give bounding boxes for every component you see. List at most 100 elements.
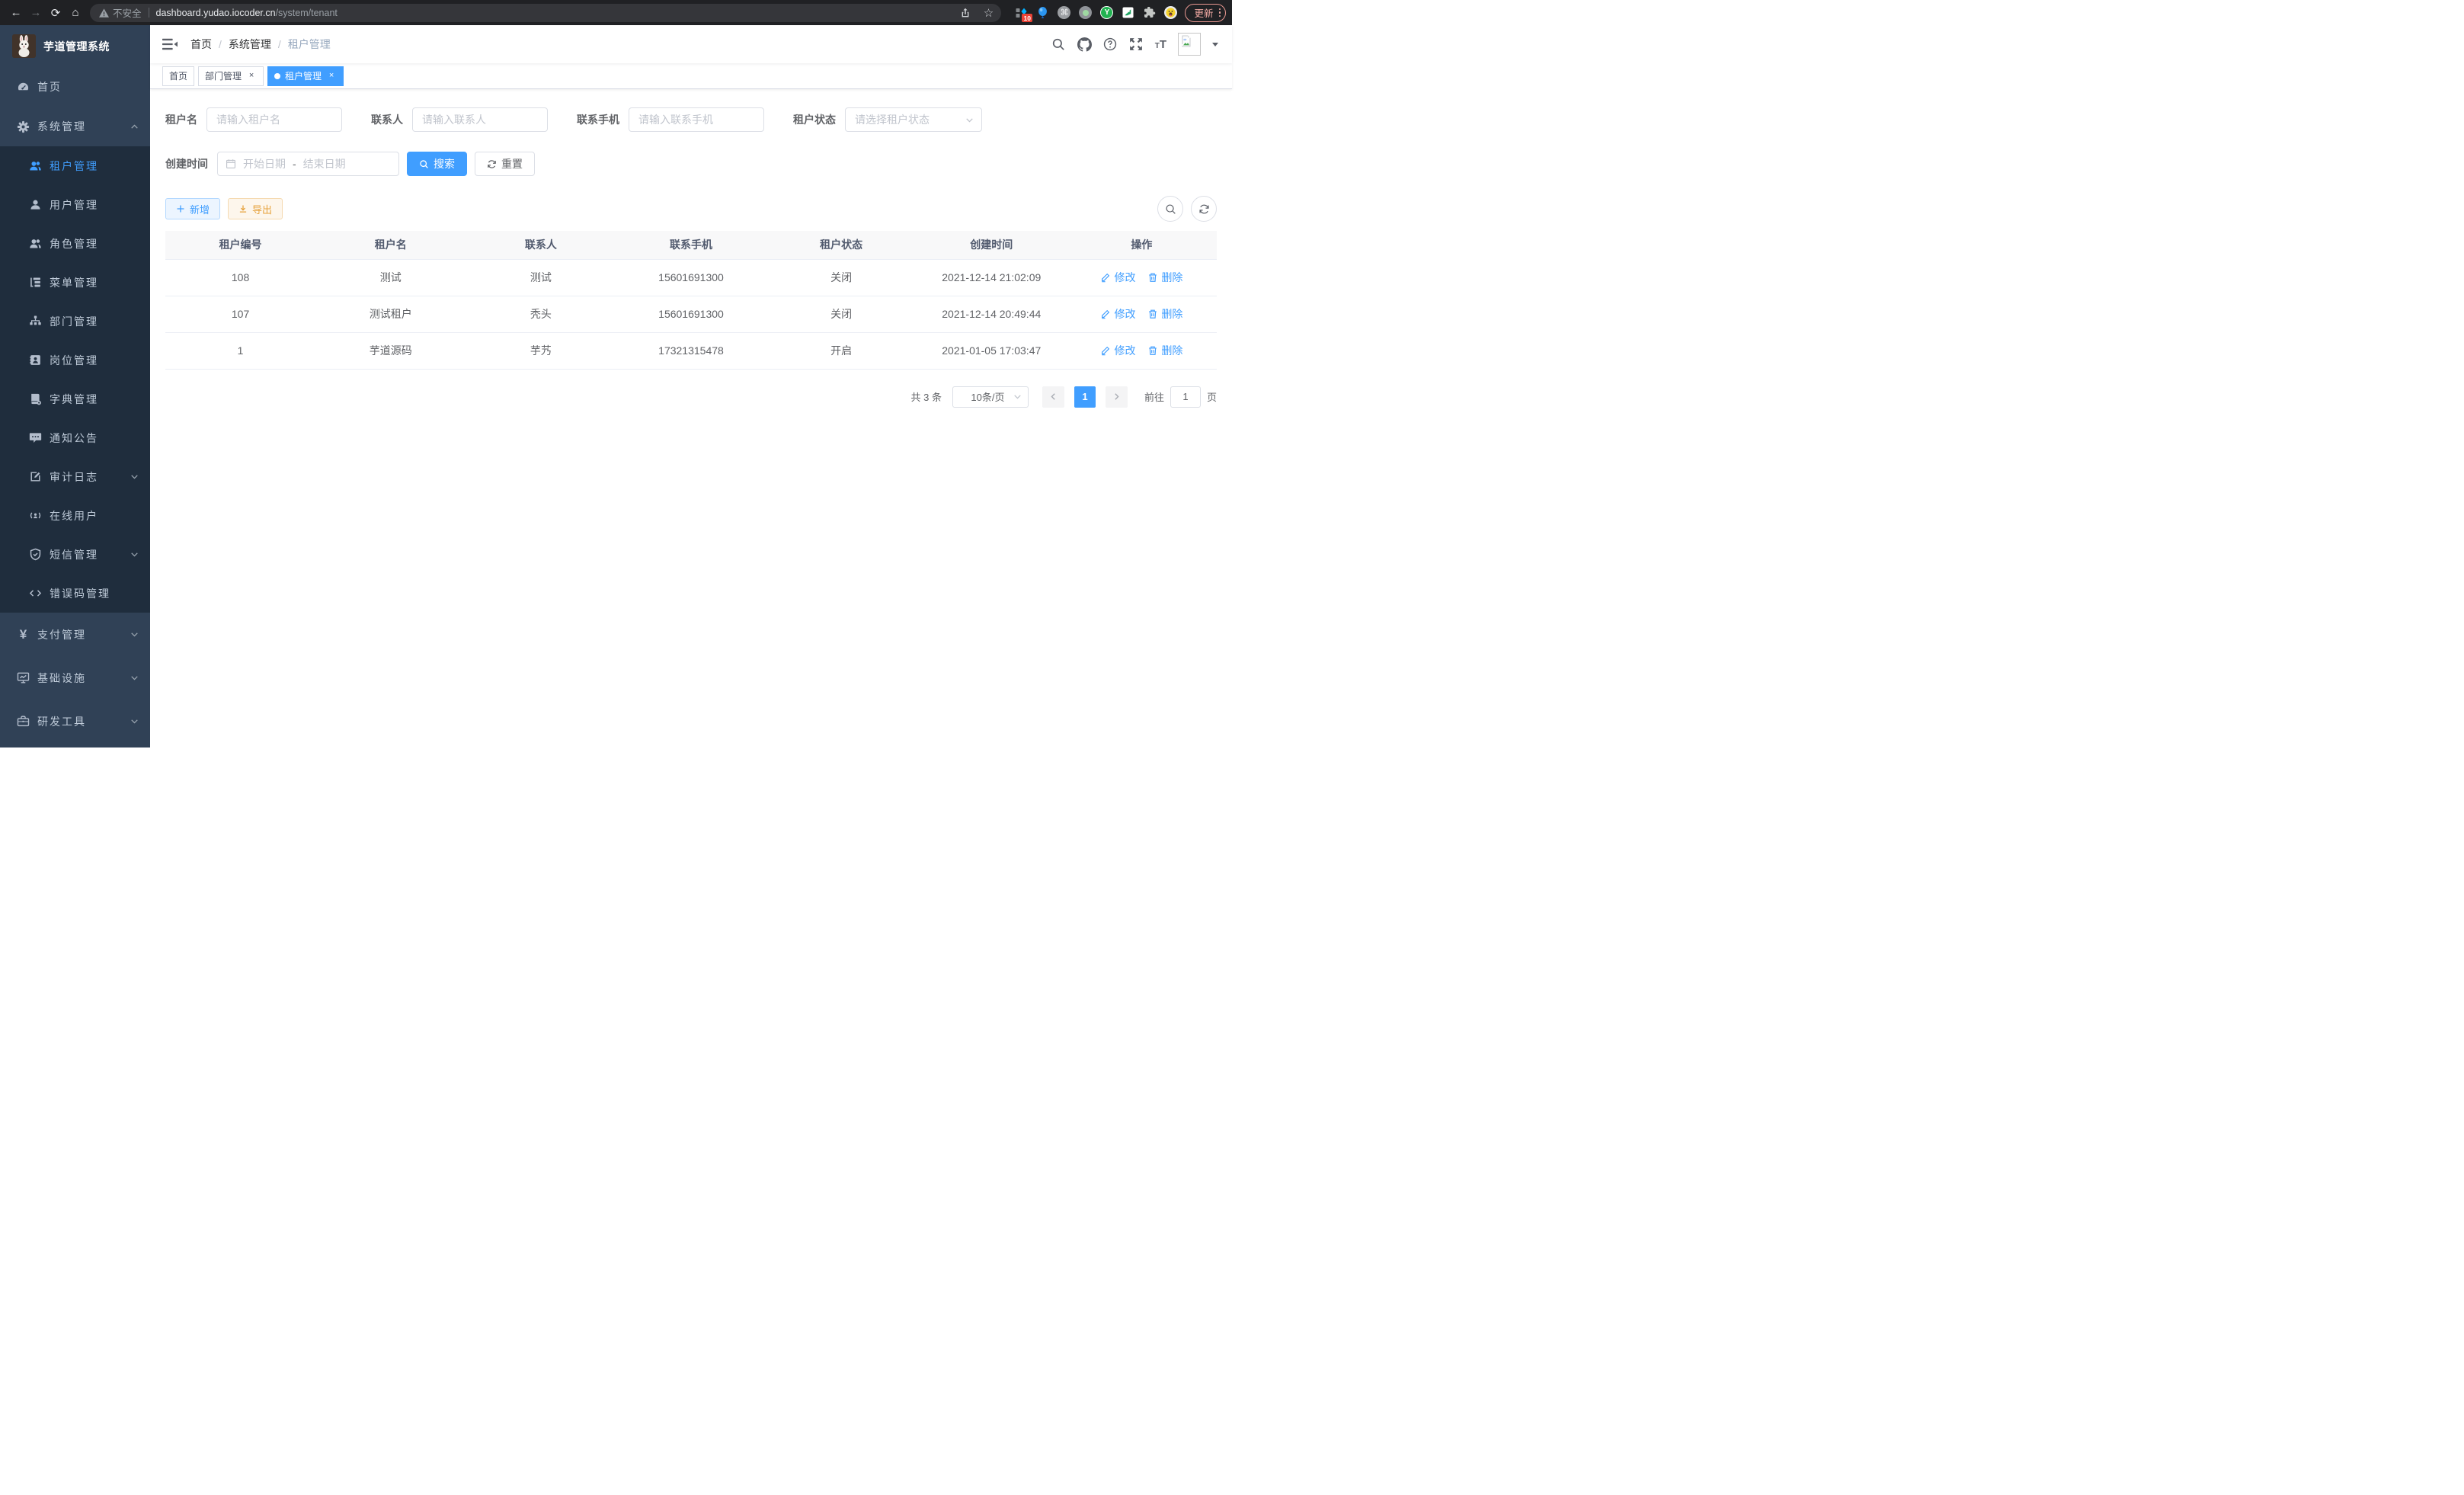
edit-button[interactable]: 修改 <box>1100 306 1135 322</box>
export-button[interactable]: 导出 <box>228 198 283 219</box>
sidebar-item-dict[interactable]: 字典管理 <box>0 379 150 418</box>
role-icon <box>29 237 42 250</box>
share-icon[interactable] <box>955 3 975 23</box>
sidebar-item-menu[interactable]: 菜单管理 <box>0 263 150 302</box>
date-range-picker[interactable]: 开始日期 - 结束日期 <box>217 152 399 176</box>
status-select[interactable]: 请选择租户状态 <box>845 107 982 132</box>
breadcrumb-separator: / <box>219 38 222 50</box>
avatar-caret-icon[interactable] <box>1212 43 1218 50</box>
sidebar-item-devtools[interactable]: 研发工具 <box>0 699 150 743</box>
delete-button[interactable]: 删除 <box>1147 270 1182 285</box>
sidebar-item-system[interactable]: 系统管理 <box>0 107 150 146</box>
delete-button[interactable]: 删除 <box>1147 343 1182 358</box>
add-button[interactable]: 新增 <box>165 198 220 219</box>
reset-button[interactable]: 重置 <box>475 152 535 176</box>
cell-status: 关闭 <box>766 259 917 296</box>
extension-badge-icon[interactable]: 10 <box>1015 6 1028 19</box>
toggle-search-button[interactable] <box>1157 196 1183 222</box>
chevron-down-icon <box>130 630 139 639</box>
sidebar-item-home[interactable]: 首页 <box>0 67 150 107</box>
balloon-extension-icon[interactable] <box>1036 6 1049 19</box>
close-icon[interactable]: × <box>326 71 337 82</box>
tab-dept[interactable]: 部门管理 × <box>198 66 264 86</box>
goto-page-input[interactable] <box>1170 386 1201 408</box>
recorder-extension-icon[interactable] <box>1079 6 1092 19</box>
help-icon[interactable] <box>1103 37 1118 52</box>
chat-extension-icon[interactable] <box>1122 6 1134 19</box>
table-row: 108 测试 测试 15601691300 关闭 2021-12-14 21:0… <box>165 259 1217 296</box>
sidebar-item-post[interactable]: 岗位管理 <box>0 341 150 379</box>
sidebar-item-sms[interactable]: 短信管理 <box>0 535 150 574</box>
sidebar-item-dept[interactable]: 部门管理 <box>0 302 150 341</box>
table-row: 1 芋道源码 芋艿 17321315478 开启 2021-01-05 17:0… <box>165 332 1217 369</box>
chevron-right-icon <box>1112 392 1121 401</box>
search-icon[interactable] <box>1051 37 1066 52</box>
sidebar-item-user[interactable]: 用户管理 <box>0 185 150 224</box>
page-size-select[interactable]: 10条/页 <box>952 386 1029 408</box>
fullscreen-icon[interactable] <box>1129 37 1144 52</box>
browser-update-button[interactable]: 更新 <box>1185 4 1226 22</box>
chevron-down-icon <box>130 550 139 559</box>
code-icon <box>29 587 42 600</box>
cell-tenant-id: 1 <box>165 332 315 369</box>
tab-home[interactable]: 首页 <box>162 66 194 86</box>
browser-menu-icon[interactable] <box>1219 8 1221 18</box>
edit-button[interactable]: 修改 <box>1100 270 1135 285</box>
tenant-icon <box>29 159 42 172</box>
refresh-icon <box>1198 203 1210 215</box>
tenant-name-input[interactable] <box>206 107 342 132</box>
url-text[interactable]: dashboard.yudao.iocoder.cn/system/tenant <box>156 8 956 18</box>
edit-button[interactable]: 修改 <box>1100 343 1135 358</box>
browser-home-icon[interactable]: ⌂ <box>66 3 85 23</box>
app-logo[interactable]: 芋道管理系统 <box>0 25 150 67</box>
profile-avatar-icon[interactable] <box>1164 6 1177 19</box>
browser-back-icon[interactable]: ← <box>6 3 26 23</box>
contact-input[interactable] <box>412 107 548 132</box>
reset-button-label: 重置 <box>501 156 523 171</box>
sidebar-item-online-user[interactable]: 在线用户 <box>0 496 150 535</box>
search-form: 租户名 联系人 联系手机 租户状态 请选择租户状态 <box>165 107 1217 176</box>
close-icon[interactable]: × <box>246 71 257 82</box>
delete-button[interactable]: 删除 <box>1147 306 1182 322</box>
prev-page-button[interactable] <box>1042 386 1064 408</box>
cell-created: 2021-12-14 20:49:44 <box>917 296 1067 332</box>
cell-tenant-id: 107 <box>165 296 315 332</box>
address-bar[interactable]: 不安全 dashboard.yudao.iocoder.cn/system/te… <box>90 4 1001 22</box>
trash-icon <box>1147 272 1158 283</box>
sidebar-item-label: 研发工具 <box>37 714 86 729</box>
sidebar-collapse-icon[interactable] <box>162 37 178 51</box>
tab-label: 租户管理 <box>285 69 322 82</box>
y-extension-icon[interactable]: Y <box>1100 6 1113 19</box>
security-warning[interactable]: 不安全 <box>99 5 142 20</box>
extensions-puzzle-icon[interactable] <box>1143 6 1156 19</box>
sidebar-item-infra[interactable]: 基础设施 <box>0 656 150 699</box>
sidebar-item-notice[interactable]: 通知公告 <box>0 418 150 457</box>
next-page-button[interactable] <box>1106 386 1128 408</box>
chevron-down-icon <box>965 116 974 124</box>
col-tenant-name: 租户名 <box>315 231 466 259</box>
sidebar-item-role[interactable]: 角色管理 <box>0 224 150 263</box>
refresh-table-button[interactable] <box>1191 196 1217 222</box>
browser-forward-icon[interactable]: → <box>26 3 46 23</box>
bookmark-star-icon[interactable]: ☆ <box>978 3 998 23</box>
monitor-icon <box>17 671 30 684</box>
user-avatar[interactable] <box>1178 33 1201 56</box>
sidebar-item-pay[interactable]: ¥ 支付管理 <box>0 613 150 656</box>
sidebar-item-error-code[interactable]: 错误码管理 <box>0 574 150 613</box>
font-size-icon[interactable]: TT <box>1155 39 1166 50</box>
tab-tenant[interactable]: 租户管理 × <box>267 66 344 86</box>
command-extension-icon[interactable]: ⌘ <box>1058 6 1070 19</box>
cell-tenant-id: 108 <box>165 259 315 296</box>
breadcrumb-system[interactable]: 系统管理 <box>229 37 271 52</box>
search-button[interactable]: 搜索 <box>407 152 467 176</box>
chevron-up-icon <box>130 123 139 131</box>
mobile-input[interactable] <box>629 107 764 132</box>
cell-created: 2021-12-14 21:02:09 <box>917 259 1067 296</box>
sidebar-item-label: 支付管理 <box>37 627 86 642</box>
github-icon[interactable] <box>1077 37 1092 52</box>
browser-reload-icon[interactable]: ⟳ <box>46 3 66 23</box>
sidebar-item-tenant[interactable]: 租户管理 <box>0 146 150 185</box>
breadcrumb-home[interactable]: 首页 <box>190 37 212 52</box>
sidebar-item-audit-log[interactable]: 审计日志 <box>0 457 150 496</box>
page-number-1[interactable]: 1 <box>1074 386 1096 408</box>
